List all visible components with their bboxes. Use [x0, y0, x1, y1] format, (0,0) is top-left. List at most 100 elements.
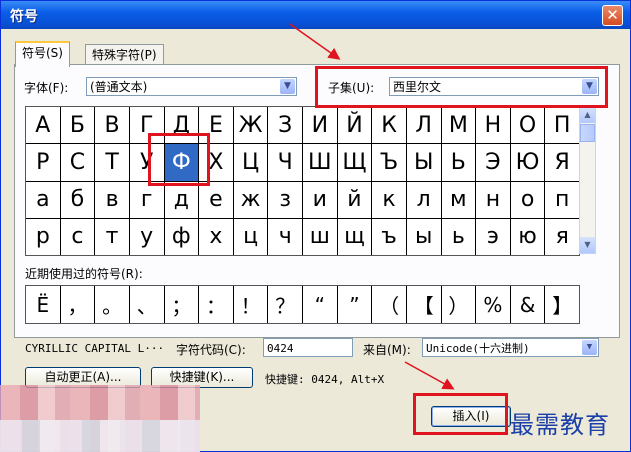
from-select[interactable]: Unicode(十六进制) ▼ — [422, 338, 599, 357]
scroll-up-icon[interactable]: ▲ — [580, 107, 595, 123]
recent-symbols: Ё，。、；：！？ “” （【）% &】 — [25, 285, 580, 324]
dialog-title: 符号 — [10, 9, 38, 25]
symbol-cell[interactable]: й — [337, 181, 372, 218]
symbol-cell[interactable]: а — [26, 181, 60, 218]
symbol-cell[interactable]: ш — [303, 218, 337, 255]
grid-scrollbar[interactable]: ▲ ▼ — [579, 106, 596, 254]
symbol-cell[interactable]: е — [199, 181, 233, 218]
symbol-cell[interactable]: я — [545, 218, 579, 255]
char-code-label: 字符代码(C): — [176, 343, 246, 357]
symbol-cell[interactable]: ы — [406, 218, 441, 255]
symbol-cell[interactable]: З — [268, 107, 302, 144]
symbol-cell[interactable]: ъ — [372, 218, 406, 255]
scroll-down-icon[interactable]: ▼ — [580, 237, 595, 253]
symbol-cell[interactable]: Р — [26, 144, 60, 181]
symbol-cell[interactable]: к — [372, 181, 406, 218]
recent-symbol-cell[interactable]: 、 — [129, 286, 164, 323]
symbol-cell[interactable]: ь — [441, 218, 476, 255]
autocorrect-label: 自动更正(A)... — [44, 370, 122, 384]
highlight-subset — [315, 66, 608, 108]
symbol-cell[interactable]: Ш — [303, 144, 337, 181]
symbol-cell[interactable]: п — [545, 181, 579, 218]
shortcut-key-label: 快捷键(K)... — [169, 370, 235, 384]
recent-symbol-cell[interactable]: ？ — [268, 286, 302, 323]
recent-symbol-cell[interactable]: ： — [199, 286, 233, 323]
chevron-down-icon[interactable]: ▼ — [280, 79, 295, 94]
symbol-cell[interactable]: щ — [337, 218, 372, 255]
close-button[interactable]: ✕ — [602, 5, 623, 26]
symbol-cell[interactable]: с — [60, 218, 95, 255]
symbol-cell[interactable]: у — [129, 218, 164, 255]
tab-special-characters-label: 特殊字符(P) — [92, 48, 157, 62]
char-code-input[interactable]: 0424 — [263, 338, 353, 357]
symbol-cell[interactable]: о — [510, 181, 545, 218]
symbol-cell[interactable]: н — [476, 181, 510, 218]
symbol-cell[interactable]: О — [510, 107, 545, 144]
close-icon: ✕ — [606, 6, 619, 24]
recent-symbol-cell[interactable]: “ — [303, 286, 337, 323]
recent-symbol-cell[interactable]: ” — [337, 286, 372, 323]
symbol-cell[interactable]: ц — [233, 218, 268, 255]
tab-symbols[interactable]: 符号(S) — [15, 41, 70, 67]
symbol-cell[interactable]: ю — [510, 218, 545, 255]
symbol-cell[interactable]: Ж — [233, 107, 268, 144]
symbol-cell[interactable]: Л — [406, 107, 441, 144]
symbol-cell[interactable]: Ю — [510, 144, 545, 181]
symbol-cell[interactable]: м — [441, 181, 476, 218]
symbol-cell[interactable]: и — [303, 181, 337, 218]
symbol-cell[interactable]: Ь — [441, 144, 476, 181]
symbol-cell[interactable]: т — [95, 218, 129, 255]
symbol-cell[interactable]: Ц — [233, 144, 268, 181]
symbol-cell[interactable]: Ъ — [372, 144, 406, 181]
recent-symbol-cell[interactable]: % — [476, 286, 510, 323]
recent-symbol-cell[interactable]: ！ — [233, 286, 268, 323]
symbol-cell[interactable]: Б — [60, 107, 95, 144]
symbol-cell[interactable]: з — [268, 181, 302, 218]
recent-symbol-cell[interactable]: & — [510, 286, 545, 323]
symbol-cell[interactable]: д — [164, 181, 199, 218]
symbol-cell[interactable]: ч — [268, 218, 302, 255]
symbol-cell[interactable]: в — [95, 181, 129, 218]
chevron-down-icon[interactable]: ▼ — [582, 340, 597, 355]
symbol-cell[interactable]: Ч — [268, 144, 302, 181]
symbol-cell[interactable]: б — [60, 181, 95, 218]
symbol-cell[interactable]: В — [95, 107, 129, 144]
symbol-cell[interactable]: И — [303, 107, 337, 144]
recent-symbol-cell[interactable]: 【 — [406, 286, 441, 323]
symbol-cell[interactable]: ф — [164, 218, 199, 255]
symbol-cell[interactable]: р — [26, 218, 60, 255]
tab-symbols-label: 符号(S) — [22, 46, 63, 60]
highlight-selected-char — [148, 133, 210, 186]
recent-symbol-cell[interactable]: 。 — [95, 286, 129, 323]
symbol-cell[interactable]: х — [199, 218, 233, 255]
symbol-cell[interactable]: Т — [95, 144, 129, 181]
font-select[interactable]: (普通文本) ▼ — [86, 77, 297, 96]
symbol-cell[interactable]: А — [26, 107, 60, 144]
symbol-cell[interactable]: э — [476, 218, 510, 255]
symbol-cell[interactable]: л — [406, 181, 441, 218]
symbol-cell[interactable]: П — [545, 107, 579, 144]
recent-symbol-cell[interactable]: （ — [372, 286, 406, 323]
symbol-cell[interactable]: Щ — [337, 144, 372, 181]
tab-special-characters[interactable]: 特殊字符(P) — [85, 44, 164, 65]
recent-symbols-label: 近期使用过的符号(R): — [25, 267, 143, 281]
scroll-thumb[interactable] — [580, 124, 595, 142]
symbol-cell[interactable]: Э — [476, 144, 510, 181]
highlight-insert — [413, 393, 508, 435]
title-bar: 符号 ✕ — [1, 1, 630, 29]
symbol-cell[interactable]: ж — [233, 181, 268, 218]
character-grid: АБВГДЕЖЗИЙКЛМНОПРСТУФХЦЧШЩЪЫЬЭЮЯабвгдежз… — [25, 106, 580, 256]
symbol-cell[interactable]: Я — [545, 144, 579, 181]
recent-symbol-cell[interactable]: ， — [60, 286, 95, 323]
symbol-cell[interactable]: Н — [476, 107, 510, 144]
recent-symbol-cell[interactable]: 】 — [545, 286, 579, 323]
symbol-cell[interactable]: г — [129, 181, 164, 218]
recent-symbol-cell[interactable]: ； — [164, 286, 199, 323]
recent-symbol-cell[interactable]: ） — [441, 286, 476, 323]
symbol-cell[interactable]: Ы — [406, 144, 441, 181]
symbol-cell[interactable]: Й — [337, 107, 372, 144]
symbol-cell[interactable]: К — [372, 107, 406, 144]
symbol-cell[interactable]: М — [441, 107, 476, 144]
recent-symbol-cell[interactable]: Ё — [26, 286, 60, 323]
symbol-cell[interactable]: С — [60, 144, 95, 181]
